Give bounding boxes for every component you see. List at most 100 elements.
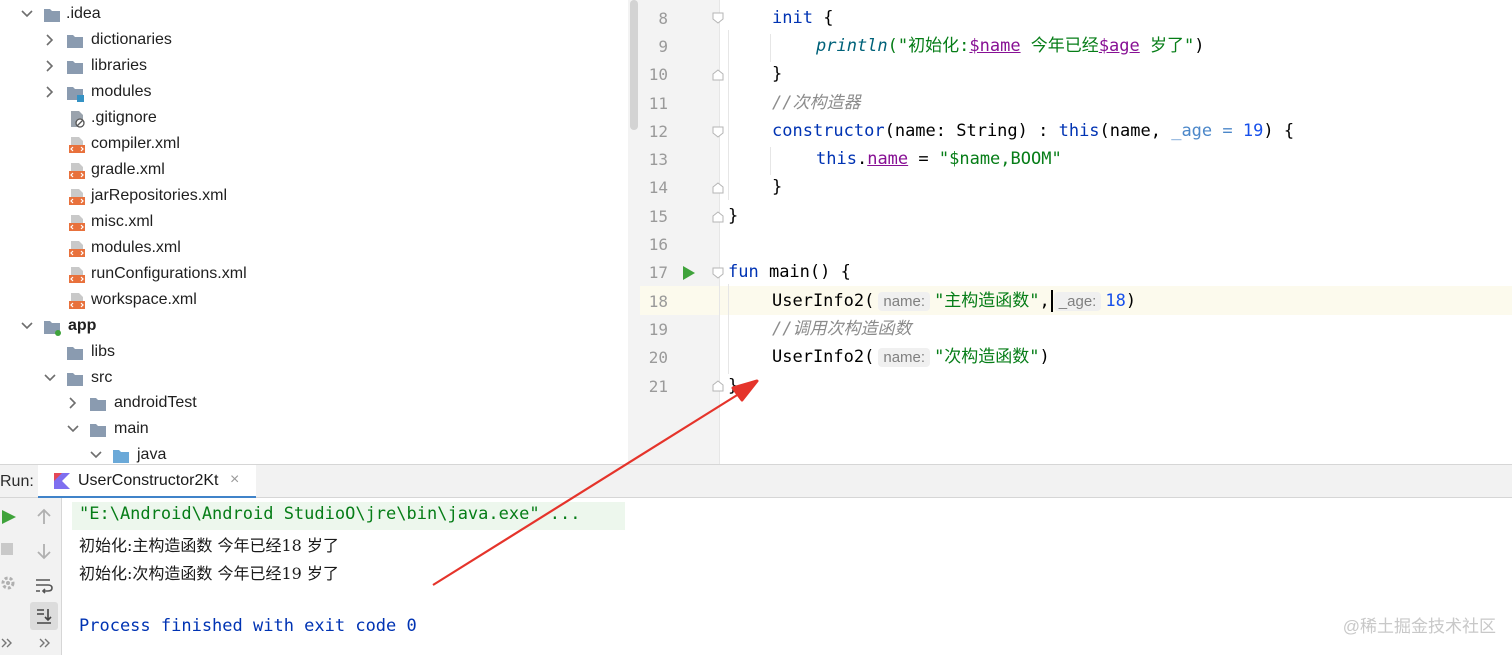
tree-item-label: misc.xml [91, 213, 154, 230]
settings-icon[interactable] [0, 572, 22, 594]
more-icon[interactable] [0, 636, 14, 650]
tree-item-main[interactable]: main [0, 417, 628, 443]
tree-item-jarrepositories-xml[interactable]: jarRepositories.xml [0, 184, 628, 210]
chevron-down-icon[interactable] [43, 371, 57, 385]
code-token: 19 [1242, 121, 1264, 141]
tree-item-misc-xml[interactable]: misc.xml [0, 210, 628, 236]
folder-module-icon [67, 87, 84, 102]
parameter-hint: name: [878, 292, 931, 311]
tree-item-compiler-xml[interactable]: compiler.xml [0, 132, 628, 158]
code-token: "主构造函数" [934, 291, 1040, 311]
line-number: 9 [658, 37, 668, 56]
code-token: "次构造函数" [934, 347, 1040, 367]
up-arrow-icon[interactable] [33, 506, 55, 528]
chevron-right-icon[interactable] [43, 33, 57, 47]
tree-item-gradle-xml[interactable]: gradle.xml [0, 158, 628, 184]
tree-scrollbar[interactable] [628, 0, 640, 464]
tree-item-label: main [114, 420, 149, 437]
code-token: ) [1194, 36, 1205, 56]
chevron-right-icon[interactable] [43, 85, 57, 99]
tree-item-libs[interactable]: libs [0, 340, 628, 366]
tab-userconstructor2kt[interactable]: UserConstructor2Kt × [38, 465, 256, 499]
code-token: $name [969, 36, 1021, 56]
run-tab-label: UserConstructor2Kt [78, 472, 219, 489]
chevron-right-icon[interactable] [66, 396, 80, 410]
code-editor[interactable]: 8 9 10 11 12 13 14 15 16 17 18 19 20 21 … [640, 0, 1512, 464]
code-token: = [908, 149, 939, 169]
line-number: 14 [648, 178, 668, 197]
fold-marker-icon[interactable] [712, 182, 724, 194]
tree-item-src[interactable]: src [0, 366, 628, 392]
code-line-14: } [772, 177, 783, 197]
stop-icon[interactable] [0, 538, 22, 560]
indent-guide [770, 34, 771, 62]
folder-icon [90, 398, 106, 411]
code-line-10: } [772, 64, 783, 84]
soft-wrap-icon[interactable] [33, 574, 55, 596]
code-token: this [816, 149, 857, 169]
xml-file-icon [69, 189, 85, 205]
folder-icon [67, 373, 83, 386]
code-token: UserInfo2( [772, 291, 875, 311]
tree-item-label: .idea [66, 5, 101, 22]
fold-marker-icon[interactable] [712, 267, 724, 279]
code-token: init [772, 8, 813, 28]
code-token: ) [1039, 347, 1050, 367]
console-command-line[interactable]: "E:\Android\Android StudioO\jre\bin\java… [79, 504, 581, 524]
run-main-gutter-icon[interactable] [683, 266, 695, 280]
tree-item-libraries[interactable]: libraries [0, 54, 628, 80]
line-number: 10 [648, 65, 668, 84]
code-token: main() { [758, 262, 851, 282]
tree-item-idea[interactable]: .idea [0, 2, 628, 28]
fold-marker-icon[interactable] [712, 12, 724, 24]
tree-item-workspace-xml[interactable]: workspace.xml [0, 288, 628, 314]
tree-item-app[interactable]: app [0, 314, 628, 340]
watermark: @稀土掘金技术社区 [1342, 617, 1496, 636]
down-arrow-icon[interactable] [33, 540, 55, 562]
line-number: 21 [648, 377, 668, 396]
code-token: (name, [1099, 121, 1172, 141]
tree-item-androidtest[interactable]: androidTest [0, 391, 628, 417]
fold-marker-icon[interactable] [712, 211, 724, 223]
chevron-down-icon[interactable] [66, 422, 80, 436]
run-icon[interactable] [0, 506, 22, 528]
folder-icon [67, 61, 83, 74]
tree-item-java[interactable]: java [0, 443, 628, 464]
tree-item-dictionaries[interactable]: dictionaries [0, 28, 628, 54]
tree-item-label: modules.xml [91, 239, 181, 256]
folder-icon [44, 9, 60, 22]
code-token: fun [728, 262, 759, 282]
tree-item-label: libs [91, 343, 116, 360]
more-icon[interactable] [38, 636, 52, 650]
tree-item-label: workspace.xml [91, 291, 197, 308]
line-number: 12 [648, 122, 668, 141]
chevron-right-icon[interactable] [43, 59, 57, 73]
code-token: _age = [1171, 121, 1243, 141]
chevron-down-icon[interactable] [89, 448, 103, 462]
chevron-down-icon[interactable] [20, 319, 34, 333]
fold-marker-icon[interactable] [712, 126, 724, 138]
chevron-down-icon[interactable] [20, 7, 34, 21]
tree-scrollbar-thumb[interactable] [630, 0, 638, 130]
fold-marker-icon[interactable] [712, 69, 724, 81]
code-token: $age [1098, 36, 1140, 56]
line-number: 15 [648, 207, 668, 226]
close-icon[interactable]: × [230, 471, 239, 489]
tree-item-label: runConfigurations.xml [91, 265, 247, 282]
code-token: constructor [772, 121, 885, 141]
fold-marker-icon[interactable] [712, 380, 724, 392]
tree-item-label: modules [91, 83, 152, 100]
tree-item-gitignore[interactable]: .gitignore [0, 106, 628, 132]
code-comment: //次构造器 [772, 93, 861, 113]
code-line-9: println("初始化:$name 今年已经$age 岁了") [816, 32, 1205, 60]
console-output[interactable]: "E:\Android\Android StudioO\jre\bin\java… [62, 498, 1512, 655]
code-comment: //调用次构造函数 [772, 319, 912, 339]
text-caret [1051, 290, 1053, 312]
line-number: 17 [648, 263, 668, 282]
tree-item-modules[interactable]: modules [0, 80, 628, 106]
tree-item-runconfigurations-xml[interactable]: runConfigurations.xml [0, 262, 628, 288]
project-tree-panel: .idea dictionaries libraries modules .gi… [0, 0, 640, 464]
code-line-18: UserInfo2(name: "主构造函数", _age: 18) [772, 287, 1136, 315]
scroll-to-end-button[interactable] [30, 602, 58, 630]
tree-item-modules-xml[interactable]: modules.xml [0, 236, 628, 262]
